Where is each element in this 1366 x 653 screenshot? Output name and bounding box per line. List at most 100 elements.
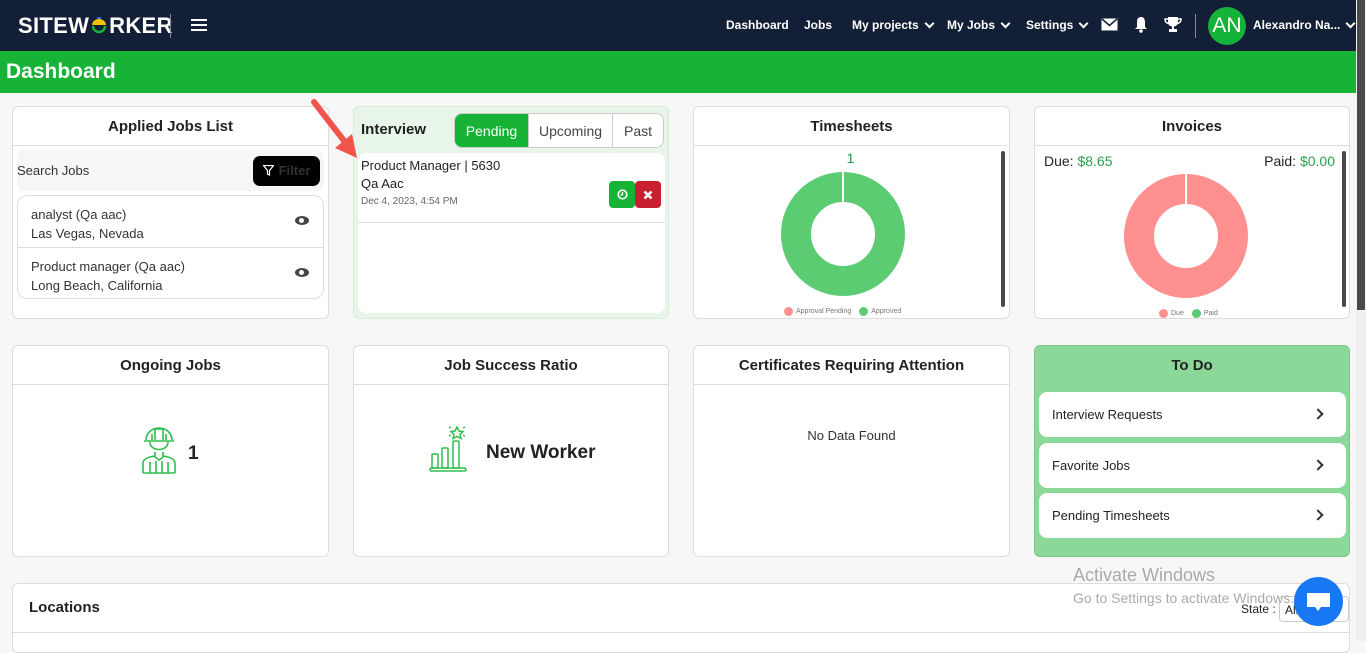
inner-scrollbar[interactable] <box>1001 151 1005 307</box>
chat-button[interactable] <box>1294 577 1343 626</box>
divider <box>170 14 171 38</box>
page-scrollbar[interactable] <box>1356 0 1366 641</box>
tab-label: Pending <box>465 122 518 139</box>
watermark-subtitle: Go to Settings to activate Windows. <box>1073 590 1294 606</box>
avatar-initials: AN <box>1212 14 1242 37</box>
logo-part-1: SITEW <box>18 13 90 38</box>
nav-settings[interactable]: Settings <box>1026 18 1089 32</box>
due-value: $8.65 <box>1077 153 1113 169</box>
chart-legend: Approval Pending Approved <box>784 307 901 316</box>
mail-icon[interactable] <box>1101 18 1118 36</box>
nav-jobs[interactable]: Jobs <box>804 18 832 32</box>
card-title: Invoices <box>1035 107 1349 146</box>
card-title: Ongoing Jobs <box>13 346 328 385</box>
chevron-right-icon <box>1312 509 1324 521</box>
paid-label: Paid: <box>1264 153 1297 169</box>
search-jobs-label[interactable]: Search Jobs <box>17 163 89 178</box>
legend-label[interactable]: Approved <box>871 308 901 315</box>
list-item[interactable]: Product Manager | 5630 Qa Aac Dec 4, 202… <box>358 153 665 223</box>
list-item[interactable]: analyst (Qa aac) Las Vegas, Nevada <box>18 196 323 247</box>
job-title: Product manager (Qa aac) <box>31 259 185 274</box>
chevron-down-icon <box>1345 18 1356 28</box>
divider <box>13 632 1349 633</box>
chat-bubble-icon <box>1307 593 1330 611</box>
scrollbar-thumb[interactable] <box>1357 0 1365 310</box>
tab-past[interactable]: Past <box>612 114 663 147</box>
legend-label[interactable]: Approval Pending <box>796 308 851 315</box>
job-location: Long Beach, California <box>31 278 163 293</box>
todo-label: Favorite Jobs <box>1052 458 1131 473</box>
invoices-donut-chart <box>1124 173 1248 298</box>
card-title: Job Success Ratio <box>354 346 668 385</box>
hardhat-logo-icon <box>90 16 108 36</box>
filter-icon <box>262 165 274 176</box>
chevron-right-icon <box>1312 459 1324 471</box>
user-name-dropdown[interactable]: Alexandro Na... <box>1253 18 1356 32</box>
siteworker-logo[interactable]: SITEWORKER SITEW RKER <box>18 13 173 39</box>
chevron-down-icon <box>1000 18 1011 28</box>
invoice-due: Due: $8.65 <box>1044 153 1113 169</box>
inner-scrollbar[interactable] <box>1342 151 1346 307</box>
due-label: Due: <box>1044 153 1074 169</box>
legend-swatch <box>784 307 793 316</box>
logo-part-2: RKER <box>109 13 173 38</box>
legend-swatch <box>859 307 869 316</box>
legend-swatch <box>1159 309 1168 318</box>
todo-favorite-jobs[interactable]: Favorite Jobs <box>1039 443 1346 488</box>
bell-icon[interactable] <box>1134 16 1148 38</box>
close-icon <box>643 190 653 199</box>
legend-label[interactable]: Paid <box>1204 310 1218 317</box>
nav-label: Jobs <box>804 18 833 32</box>
todo-pending-timesheets[interactable]: Pending Timesheets <box>1039 493 1346 538</box>
nav-label: Dashboard <box>726 18 789 32</box>
tab-label: Past <box>623 122 652 139</box>
eye-icon[interactable] <box>295 268 309 277</box>
clock-icon <box>616 189 628 200</box>
filter-label: Filter <box>278 163 311 178</box>
interview-tabs: Pending Upcoming Past <box>454 113 664 148</box>
timesheets-donut-chart <box>781 171 905 296</box>
hamburger-menu-icon[interactable] <box>191 19 207 31</box>
chevron-right-icon <box>1312 408 1324 420</box>
card-title: Timesheets <box>694 107 1009 146</box>
card-title: Locations <box>29 599 100 616</box>
nav-my-projects[interactable]: My projects <box>852 18 935 32</box>
nav-my-jobs[interactable]: My Jobs <box>947 18 1011 32</box>
invoice-paid: Paid: $0.00 <box>1264 153 1335 169</box>
invoices-card: Invoices Due: $8.65 Paid: $0.00 Due Paid <box>1034 106 1350 319</box>
todo-label: Pending Timesheets <box>1052 508 1170 523</box>
nav-dashboard[interactable]: Dashboard <box>726 18 789 32</box>
applied-jobs-list: analyst (Qa aac) Las Vegas, Nevada Produ… <box>17 195 324 299</box>
success-chart-icon <box>429 424 471 477</box>
job-success-value: New Worker <box>486 442 596 463</box>
card-title: Interview <box>361 121 427 138</box>
legend-label[interactable]: Due <box>1171 310 1184 317</box>
paid-value: $0.00 <box>1299 153 1335 169</box>
top-navbar: SITEWORKER SITEW RKER Dashboard Jobs My … <box>0 0 1356 51</box>
todo-label: Interview Requests <box>1052 407 1163 422</box>
certificates-card: Certificates Requiring Attention No Data… <box>693 345 1010 557</box>
empty-state: No Data Found <box>807 428 896 443</box>
decline-button[interactable] <box>635 181 661 208</box>
applied-jobs-card: Applied Jobs List Search Jobs Filter ana… <box>12 106 329 319</box>
card-title: Certificates Requiring Attention <box>694 346 1009 385</box>
page-header: Dashboard <box>0 51 1356 93</box>
user-avatar[interactable]: AN <box>1208 7 1246 45</box>
timesheets-count: 1 <box>846 150 855 166</box>
annotation-arrow-icon <box>311 99 357 158</box>
card-title: To Do <box>1171 357 1213 374</box>
list-item[interactable]: Product manager (Qa aac) Long Beach, Cal… <box>18 247 323 298</box>
interview-title: Product Manager | 5630 <box>361 158 501 173</box>
tab-upcoming[interactable]: Upcoming <box>528 114 612 147</box>
timesheets-card: Timesheets 1 Approval Pending Approved <box>693 106 1010 319</box>
tab-pending[interactable]: Pending <box>455 114 528 147</box>
chevron-down-icon <box>924 18 935 28</box>
trophy-icon[interactable] <box>1164 16 1182 38</box>
reschedule-button[interactable] <box>609 181 635 208</box>
eye-icon[interactable] <box>295 216 309 225</box>
divider <box>1195 14 1196 38</box>
tab-label: Upcoming <box>538 122 603 139</box>
chevron-down-icon <box>1078 18 1089 28</box>
card-title: Applied Jobs List <box>13 107 328 146</box>
todo-interview-requests[interactable]: Interview Requests <box>1039 392 1346 437</box>
